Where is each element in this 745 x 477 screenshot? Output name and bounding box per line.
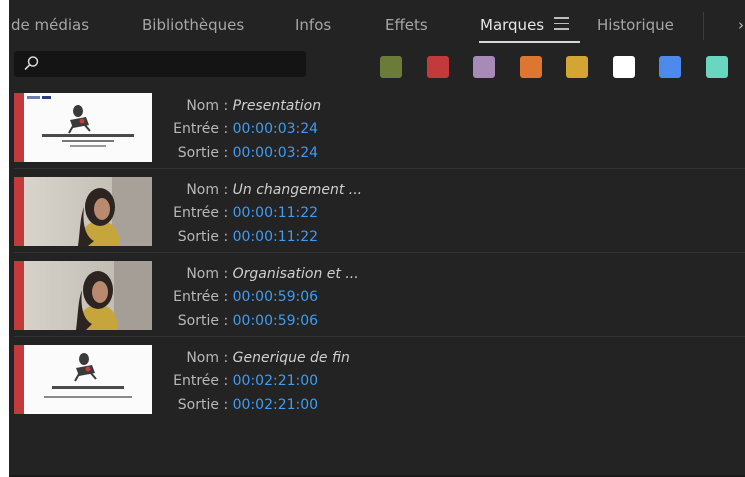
label-separator: : [223,373,229,389]
out-label: Sortie [177,229,219,245]
label-separator: : [223,182,229,198]
out-label: Sortie [177,313,219,329]
panel-menu-icon[interactable] [554,17,569,31]
marker-name[interactable]: Presentation [233,98,321,114]
marker-name-row: Nom : Organisation et ... [154,266,714,282]
marker-in-timecode[interactable]: 00:00:03:24 [233,121,318,137]
in-label: Entrée [173,289,219,305]
marker-in-row: Entrée : 00:00:59:06 [154,289,714,305]
label-separator: : [223,205,229,221]
color-filter-red[interactable] [427,56,449,78]
color-filter-cyan[interactable] [706,56,728,78]
marker-color-bar [14,177,24,246]
tab-history[interactable]: Historique [597,16,674,34]
marker-item[interactable]: Nom : Presentation Entrée : 00:00:03:24 … [14,85,745,169]
marker-item[interactable]: Nom : Organisation et ... Entrée : 00:00… [14,253,745,337]
marker-color-bar [14,93,24,162]
tab-bar: de médias Bibliothèques Infos Effets Mar… [9,0,745,46]
credits-card-icon [24,345,152,414]
search-input[interactable] [44,51,299,77]
marker-out-row: Sortie : 00:00:11:22 [154,229,714,245]
label-separator: : [223,266,229,282]
tab-markers[interactable]: Marques [480,16,544,34]
out-label: Sortie [177,145,219,161]
name-label: Nom [186,182,219,198]
marker-out-timecode[interactable]: 00:00:03:24 [233,145,318,161]
color-filter-blue[interactable] [659,56,681,78]
marker-item[interactable]: Nom : Un changement ... Entrée : 00:00:1… [14,169,745,253]
marker-in-timecode[interactable]: 00:02:21:00 [233,373,318,389]
marker-name[interactable]: Generique de fin [233,350,350,366]
marker-name[interactable]: Un changement ... [233,182,363,198]
marker-out-row: Sortie : 00:00:59:06 [154,313,714,329]
tab-info[interactable]: Infos [295,16,331,34]
search-icon [24,56,39,70]
color-filter-violet[interactable] [473,56,495,78]
name-label: Nom [186,350,219,366]
in-label: Entrée [173,121,219,137]
title-card-icon [24,93,152,162]
marker-name[interactable]: Organisation et ... [233,266,359,282]
marker-out-timecode[interactable]: 00:00:59:06 [233,313,318,329]
marker-in-row: Entrée : 00:00:11:22 [154,205,714,221]
tab-overflow-icon[interactable]: › [738,16,744,34]
marker-out-row: Sortie : 00:02:21:00 [154,397,714,413]
marker-name-row: Nom : Un changement ... [154,182,714,198]
marker-out-timecode[interactable]: 00:00:11:22 [233,229,318,245]
tab-libraries[interactable]: Bibliothèques [142,16,244,34]
active-tab-indicator [479,41,580,43]
marker-color-bar [14,345,24,414]
name-label: Nom [186,98,219,114]
tab-divider [703,12,704,40]
person-video-icon [24,261,152,330]
marker-name-row: Nom : Generique de fin [154,350,714,366]
marker-out-timecode[interactable]: 00:02:21:00 [233,397,318,413]
tab-effects[interactable]: Effets [385,16,428,34]
color-filter-orange[interactable] [520,56,542,78]
search-field[interactable] [14,51,306,77]
marker-in-timecode[interactable]: 00:00:11:22 [233,205,318,221]
marker-in-timecode[interactable]: 00:00:59:06 [233,289,318,305]
marker-name-row: Nom : Presentation [154,98,714,114]
label-separator: : [223,121,229,137]
in-label: Entrée [173,373,219,389]
color-filter-green[interactable] [380,56,402,78]
name-label: Nom [186,266,219,282]
marker-color-bar [14,261,24,330]
in-label: Entrée [173,205,219,221]
label-separator: : [223,350,229,366]
color-filter-white[interactable] [613,56,635,78]
marker-in-row: Entrée : 00:02:21:00 [154,373,714,389]
label-separator: : [223,98,229,114]
markers-panel: de médias Bibliothèques Infos Effets Mar… [9,0,745,477]
label-separator: : [223,397,229,413]
color-filter-yellow[interactable] [566,56,588,78]
label-separator: : [223,289,229,305]
tab-media-browser[interactable]: de médias [11,16,89,34]
label-separator: : [223,313,229,329]
person-video-icon [24,177,152,246]
marker-item[interactable]: Nom : Generique de fin Entrée : 00:02:21… [14,337,745,420]
label-separator: : [223,229,229,245]
label-separator: : [223,145,229,161]
marker-in-row: Entrée : 00:00:03:24 [154,121,714,137]
out-label: Sortie [177,397,219,413]
marker-out-row: Sortie : 00:00:03:24 [154,145,714,161]
